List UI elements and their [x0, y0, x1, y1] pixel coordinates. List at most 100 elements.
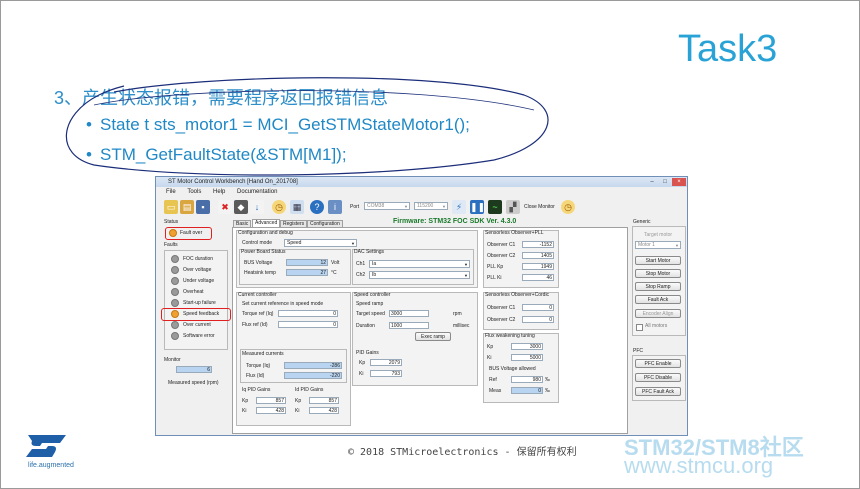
cordic-c1-input[interactable]: 0	[522, 304, 554, 311]
status-heading: Status	[164, 219, 179, 225]
pfc-enable-button[interactable]: PFC Enable	[635, 359, 681, 368]
dac-settings-heading: DAC Settings	[354, 249, 385, 255]
target-motor-select[interactable]: Motor 1 ▼	[635, 241, 681, 249]
cordic-c2-label: Observer C2	[487, 317, 516, 323]
fault-foc-duration: FOC duration	[183, 256, 214, 262]
fault-overheat: Overheat	[183, 289, 204, 295]
pll-c1-input[interactable]: -1152	[522, 241, 554, 248]
document-icon[interactable]: ▦	[290, 200, 304, 214]
fault-led	[171, 321, 179, 329]
current-controller-heading: Current controller	[238, 292, 277, 298]
download-arrow-icon[interactable]: ↓	[250, 200, 264, 214]
fault-ack-button[interactable]: Fault Ack	[635, 295, 681, 304]
fault-led	[171, 299, 179, 307]
fault-over-voltage: Over voltage	[183, 267, 212, 273]
new-file-icon[interactable]: ▭	[164, 200, 178, 214]
target-motor-label: Target motor	[644, 232, 673, 238]
fw-meas-label: Meas	[489, 388, 502, 394]
community-url: www.stmcu.org	[624, 453, 774, 478]
monitor-heading: Monitor	[164, 357, 181, 363]
delete-icon[interactable]: ✖	[218, 200, 232, 214]
dac-ch1-label: Ch1	[356, 261, 366, 267]
torque-ref-input[interactable]: 0	[278, 310, 338, 317]
open-folder-icon[interactable]: ▤	[180, 200, 194, 214]
duration-input[interactable]: 1000	[389, 322, 429, 329]
scope-icon[interactable]: ~	[488, 200, 502, 214]
fw-ki-label: Ki	[487, 355, 492, 361]
baud-select[interactable]: 115200 ▼	[414, 202, 448, 210]
iq-ki-input[interactable]: 428	[256, 407, 286, 414]
measured-currents-heading: Measured currents	[242, 351, 284, 357]
menu-file[interactable]: File	[166, 189, 176, 195]
current-ref-subheading: Set current reference in speed mode	[242, 301, 324, 307]
motor-control-workbench-window: ST Motor Control Workbench [Hand On_2017…	[155, 176, 688, 436]
iq-kp-input[interactable]: 857	[256, 397, 286, 404]
pll-kp-input[interactable]: 1949	[522, 263, 554, 270]
cordic-c2-input[interactable]: 0	[522, 316, 554, 323]
stop-motor-button[interactable]: Stop Motor	[635, 269, 681, 278]
menu-bar: File Tools Help Documentation	[156, 188, 687, 197]
speed-kp-input[interactable]: 2079	[370, 359, 402, 366]
close-monitor-label[interactable]: Close Monitor	[524, 204, 555, 211]
info-icon[interactable]: i	[328, 200, 342, 214]
iq-kp-label: Kp	[242, 398, 249, 404]
encoder-align-button[interactable]: Encoder Align	[635, 309, 681, 318]
clock-icon[interactable]: ◷	[272, 200, 286, 214]
pause-icon[interactable]: ❚❚	[470, 200, 485, 214]
stop-ramp-button[interactable]: Stop Ramp	[635, 282, 681, 291]
pfc-disable-button[interactable]: PFC Disable	[635, 373, 681, 382]
baud-value: 115200	[417, 203, 434, 209]
target-speed-label: Target speed	[356, 311, 385, 317]
id-ki-input[interactable]: 428	[309, 407, 339, 414]
maximize-button[interactable]: □	[659, 178, 671, 186]
all-motors-checkbox[interactable]	[636, 324, 643, 331]
help-icon[interactable]: ?	[310, 200, 324, 214]
start-motor-button[interactable]: Start Motor	[635, 256, 681, 265]
flux-id-label: Flux (Id)	[246, 373, 265, 379]
fw-kp-input[interactable]: 3000	[511, 343, 543, 350]
menu-documentation[interactable]: Documentation	[237, 189, 277, 195]
chevron-down-icon: ▼	[351, 241, 355, 246]
speed-ki-label: Ki	[359, 371, 364, 377]
fault-under-voltage: Under voltage	[183, 278, 215, 284]
pll-c2-input[interactable]: 1405	[522, 252, 554, 259]
connect-plug-icon[interactable]: ⚡	[452, 200, 466, 214]
menu-tools[interactable]: Tools	[187, 189, 201, 195]
measured-speed-label: Measured speed (rpm)	[168, 380, 219, 386]
flux-ref-input[interactable]: 0	[278, 321, 338, 328]
dac-ch2-select[interactable]: Ib ▼	[369, 271, 470, 279]
fw-ref-input[interactable]: 980	[511, 376, 543, 383]
port-value: COM38	[367, 203, 385, 209]
firmware-version: Firmware: STM32 FOC SDK Ver. 4.3.0	[393, 218, 517, 225]
pfc-fault-ack-button[interactable]: PFC Fault Ack	[635, 387, 681, 396]
exec-ramp-button[interactable]: Exec ramp	[415, 332, 451, 341]
save-icon[interactable]: ▪	[196, 200, 210, 214]
chart-icon[interactable]: ▞	[506, 200, 520, 214]
speed-kp-label: Kp	[359, 360, 366, 366]
port-label: Port	[350, 204, 360, 210]
torque-iq-label: Torque (Iq)	[246, 363, 271, 369]
fw-ki-input[interactable]: 5000	[511, 354, 543, 361]
close-button[interactable]: ×	[672, 178, 686, 186]
target-speed-input[interactable]: 3000	[389, 310, 429, 317]
minimize-button[interactable]: –	[646, 178, 658, 186]
chip-icon[interactable]: ◆	[234, 200, 248, 214]
monitor-clock-icon[interactable]: ◷	[561, 200, 575, 214]
id-kp-input[interactable]: 857	[309, 397, 339, 404]
speed-controller-heading: Speed controller	[354, 292, 391, 298]
sensorless-cordic-heading: Sensorless Observer+Cordic	[485, 292, 550, 298]
logo-tagline: life.augmented	[28, 462, 74, 469]
dac-ch1-select[interactable]: Ia ▼	[369, 260, 470, 268]
speed-ki-input[interactable]: 793	[370, 370, 402, 377]
bus-voltage-label: BUS Voltage	[244, 260, 273, 266]
fault-over-current: Over current	[183, 322, 211, 328]
heatsink-temp-field: 27	[286, 269, 328, 276]
control-mode-select[interactable]: Speed ▼	[284, 239, 357, 247]
pll-ki-input[interactable]: 46	[522, 274, 554, 281]
menu-help[interactable]: Help	[213, 189, 225, 195]
slide-title: Task3	[678, 28, 778, 70]
faults-heading: Faults	[164, 242, 178, 248]
chevron-down-icon: ▼	[675, 243, 679, 248]
target-speed-unit: rpm	[453, 311, 462, 317]
port-select[interactable]: COM38 ▼	[364, 202, 410, 210]
